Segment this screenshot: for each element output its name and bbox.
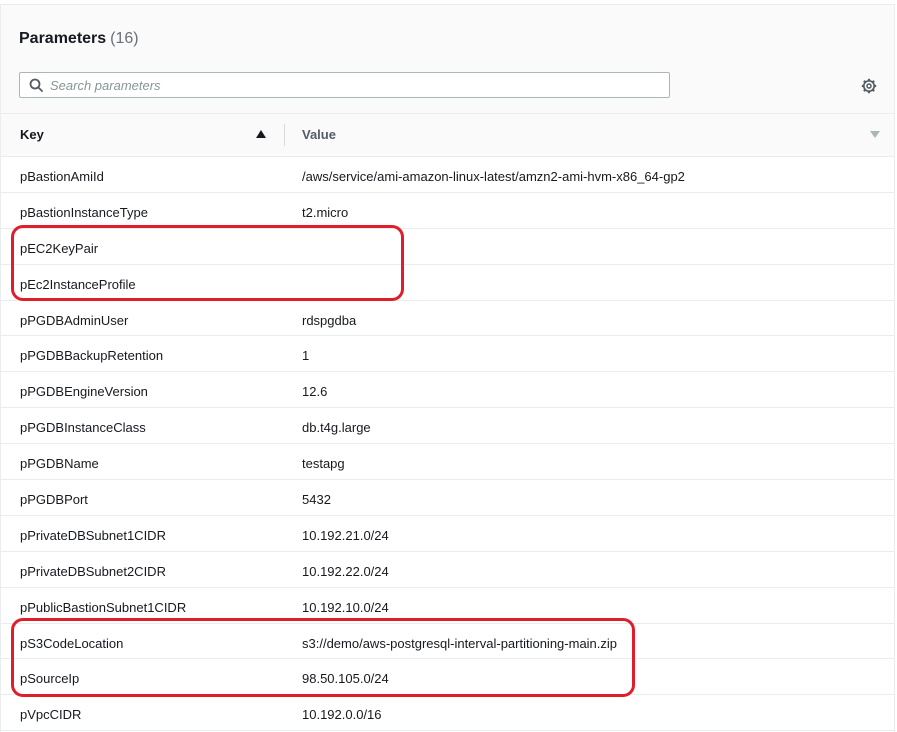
row-key: pS3CodeLocation [20, 635, 124, 651]
row-key: pSourceIp [20, 671, 80, 687]
title-text: Parameters [19, 30, 107, 47]
row-key: pBastionAmiId [20, 169, 104, 184]
search-input[interactable] [50, 75, 650, 95]
row-key: pEC2KeyPair [20, 240, 99, 256]
row-key: pVpcCIDR [20, 707, 82, 723]
row-value: 10.192.21.0/24 [302, 527, 389, 543]
column-divider[interactable] [284, 124, 285, 146]
row-value: t2.micro [302, 204, 349, 220]
row-value: /aws/service/ami-amazon-linux-latest/amz… [302, 169, 685, 184]
row-key: pPGDBPort [20, 492, 88, 508]
row-value: 10.192.10.0/24 [302, 599, 389, 615]
table-row: pBastionInstanceType t2.micro [1, 193, 894, 229]
table-row: pPGDBName testapg [1, 444, 894, 481]
parameters-panel: Parameters(16) Key [0, 4, 895, 732]
table-row: pPGDBPort 5432 [1, 480, 894, 516]
panel-header: Parameters (16) [1, 5, 894, 114]
row-key: pEc2InstanceProfile [20, 276, 136, 292]
row-value: s3://demo/aws-postgresql-interval-partit… [302, 635, 618, 651]
table-row: pEC2KeyPair [1, 229, 894, 265]
row-value: 1 [302, 348, 310, 364]
parameters-table-body: pBastionAmiId/aws/service/ami-amazon-lin… [1, 157, 894, 732]
table-row: pPublicBastionSubnet1CIDR 10.192.10.0/24 [1, 588, 894, 624]
row-value: rdspgdba [302, 312, 357, 328]
column-header-key[interactable]: Key [20, 127, 44, 142]
table-row: pPrivateDBSubnet1CIDR 10.192.21.0/24 [1, 516, 894, 552]
table-row: pVpcCIDR 10.192.0.0/16 [1, 695, 894, 732]
row-key: pPGDBEngineVersion [20, 384, 148, 400]
table-row: pPGDBInstanceClass db.t4g.large [1, 408, 894, 445]
column-header-value[interactable]: Value [302, 127, 336, 142]
gear-icon[interactable] [861, 78, 877, 94]
table-header: Key Value [1, 114, 894, 157]
row-key: pPGDBName [20, 456, 99, 472]
parameter-count: (16) [110, 30, 139, 47]
row-value: 98.50.105.0/24 [302, 671, 389, 687]
table-row: pEc2InstanceProfile [1, 265, 894, 301]
sort-toggle-icon[interactable] [870, 131, 880, 138]
row-key: pPrivateDBSubnet1CIDR [20, 527, 166, 543]
row-key: pPrivateDBSubnet2CIDR [20, 563, 166, 579]
table-row: pSourceIp 98.50.105.0/24 [1, 659, 894, 696]
row-value: 10.192.22.0/24 [302, 563, 389, 579]
row-key: pPGDBAdminUser [20, 312, 129, 328]
row-key: pBastionInstanceType [20, 204, 148, 220]
row-value: 10.192.0.0/16 [302, 707, 382, 723]
table-row: pPGDBBackupRetention 1 [1, 336, 894, 373]
row-value: 5432 [302, 492, 331, 508]
table-row: pS3CodeLocation s3://demo/aws-postgresql-… [1, 624, 894, 660]
row-key: pPGDBInstanceClass [20, 420, 146, 436]
row-key: pPublicBastionSubnet1CIDR [20, 599, 187, 615]
search-box[interactable] [19, 72, 670, 98]
search-icon [29, 78, 43, 92]
table-row: pPrivateDBSubnet2CIDR 10.192.22.0/24 [1, 552, 894, 588]
table-row: pBastionAmiId/aws/service/ami-amazon-lin… [1, 157, 894, 193]
page-title: Parameters (16) [19, 30, 139, 48]
row-value: testapg [302, 456, 345, 472]
table-row: pPGDBEngineVersion 12.6 [1, 372, 894, 409]
table-row: pPGDBAdminUser rdspgdba [1, 301, 894, 337]
row-key: pPGDBBackupRetention [20, 348, 164, 364]
row-value: db.t4g.large [302, 420, 371, 436]
row-value: 12.6 [302, 384, 328, 400]
sort-ascending-icon[interactable] [256, 130, 266, 138]
